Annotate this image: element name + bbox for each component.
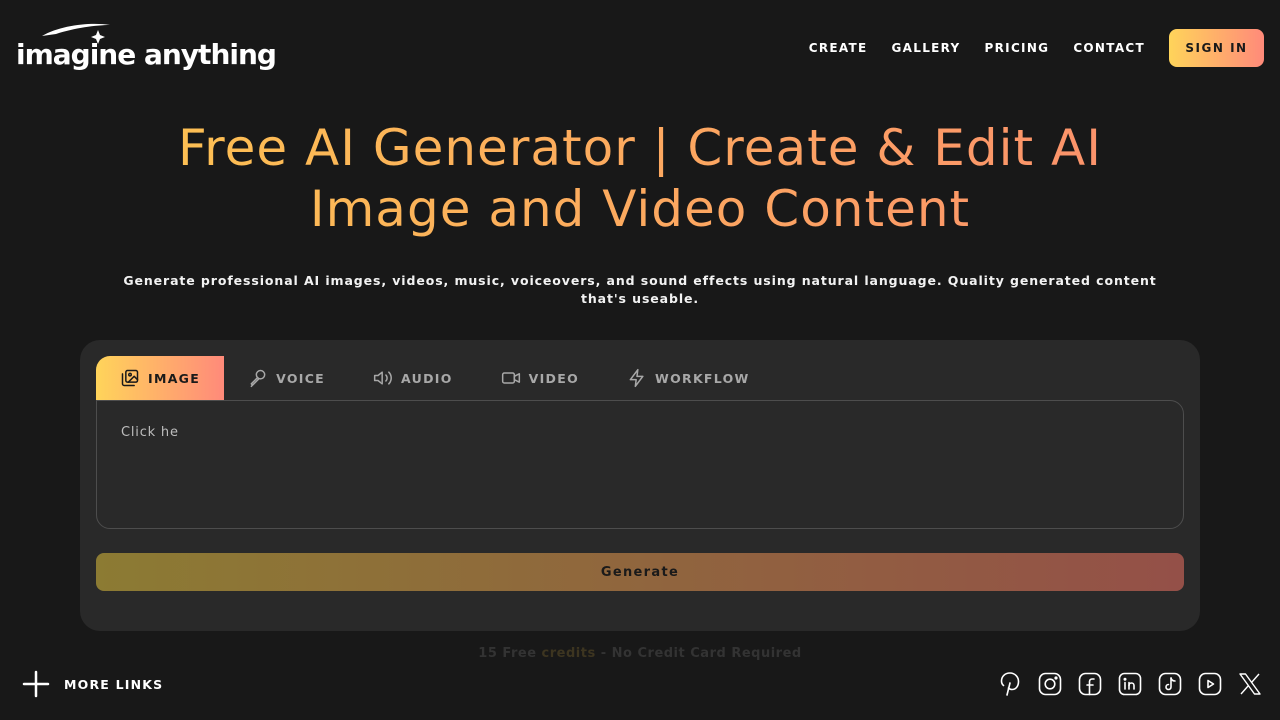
generate-button[interactable]: Generate — [96, 553, 1184, 591]
youtube-link[interactable] — [1196, 670, 1224, 698]
more-links-label: MORE LINKS — [64, 676, 164, 692]
nav-gallery[interactable]: GALLERY — [892, 41, 961, 55]
main-nav: CREATE GALLERY PRICING CONTACT SIGN IN — [809, 29, 1264, 67]
credits-prefix: 15 Free — [478, 646, 542, 661]
x-link[interactable] — [1236, 670, 1264, 698]
tiktok-icon — [1158, 672, 1182, 696]
generator-card: IMAGE VOICE AUDIO VIDEO WORKFLOW Click h… — [80, 340, 1200, 631]
nav-contact[interactable]: CONTACT — [1073, 41, 1145, 55]
nav-pricing[interactable]: PRICING — [985, 41, 1050, 55]
site-logo[interactable]: imagine anything — [16, 22, 277, 74]
logo-text: imagine anything — [16, 38, 277, 71]
tab-audio[interactable]: AUDIO — [349, 356, 477, 400]
instagram-link[interactable] — [1036, 670, 1064, 698]
prompt-input[interactable] — [96, 400, 1184, 529]
tab-image[interactable]: IMAGE — [96, 356, 225, 400]
tab-voice[interactable]: VOICE — [224, 356, 349, 400]
image-icon — [121, 369, 139, 387]
facebook-icon — [1078, 672, 1102, 696]
page-footer: MORE LINKS — [0, 664, 1280, 704]
credits-link[interactable]: credits — [542, 646, 596, 661]
more-links-button[interactable]: MORE LINKS — [22, 670, 163, 698]
pinterest-link[interactable] — [996, 670, 1024, 698]
tiktok-link[interactable] — [1156, 670, 1184, 698]
credits-note: 15 Free credits - No Credit Card Require… — [0, 646, 1280, 661]
tab-workflow[interactable]: WORKFLOW — [603, 356, 774, 400]
page-subtitle: Generate professional AI images, videos,… — [123, 273, 1157, 306]
pinterest-icon — [1000, 672, 1020, 696]
plus-icon — [22, 670, 50, 698]
sign-in-button[interactable]: SIGN IN — [1169, 29, 1264, 67]
social-links — [984, 670, 1264, 698]
tab-video-label: VIDEO — [528, 370, 579, 386]
video-camera-icon — [501, 372, 520, 384]
site-header: imagine anything CREATE GALLERY PRICING … — [0, 0, 1280, 96]
tab-audio-label: AUDIO — [401, 370, 453, 386]
microphone-icon — [250, 369, 266, 388]
tab-workflow-label: WORKFLOW — [655, 370, 750, 386]
facebook-link[interactable] — [1076, 670, 1104, 698]
nav-create[interactable]: CREATE — [809, 41, 868, 55]
tab-video[interactable]: VIDEO — [477, 356, 603, 400]
instagram-icon — [1038, 672, 1062, 696]
tab-image-label: IMAGE — [148, 370, 201, 386]
linkedin-icon — [1118, 672, 1142, 696]
page-title: Free AI Generator | Create & Edit AI Ima… — [100, 118, 1180, 240]
speaker-icon — [373, 371, 392, 385]
credits-suffix: - No Credit Card Required — [595, 646, 802, 661]
x-icon — [1239, 673, 1261, 695]
tab-voice-label: VOICE — [276, 370, 326, 386]
generator-tabs: IMAGE VOICE AUDIO VIDEO WORKFLOW — [96, 356, 774, 400]
linkedin-link[interactable] — [1116, 670, 1144, 698]
youtube-icon — [1198, 672, 1222, 696]
lightning-icon — [629, 368, 644, 388]
